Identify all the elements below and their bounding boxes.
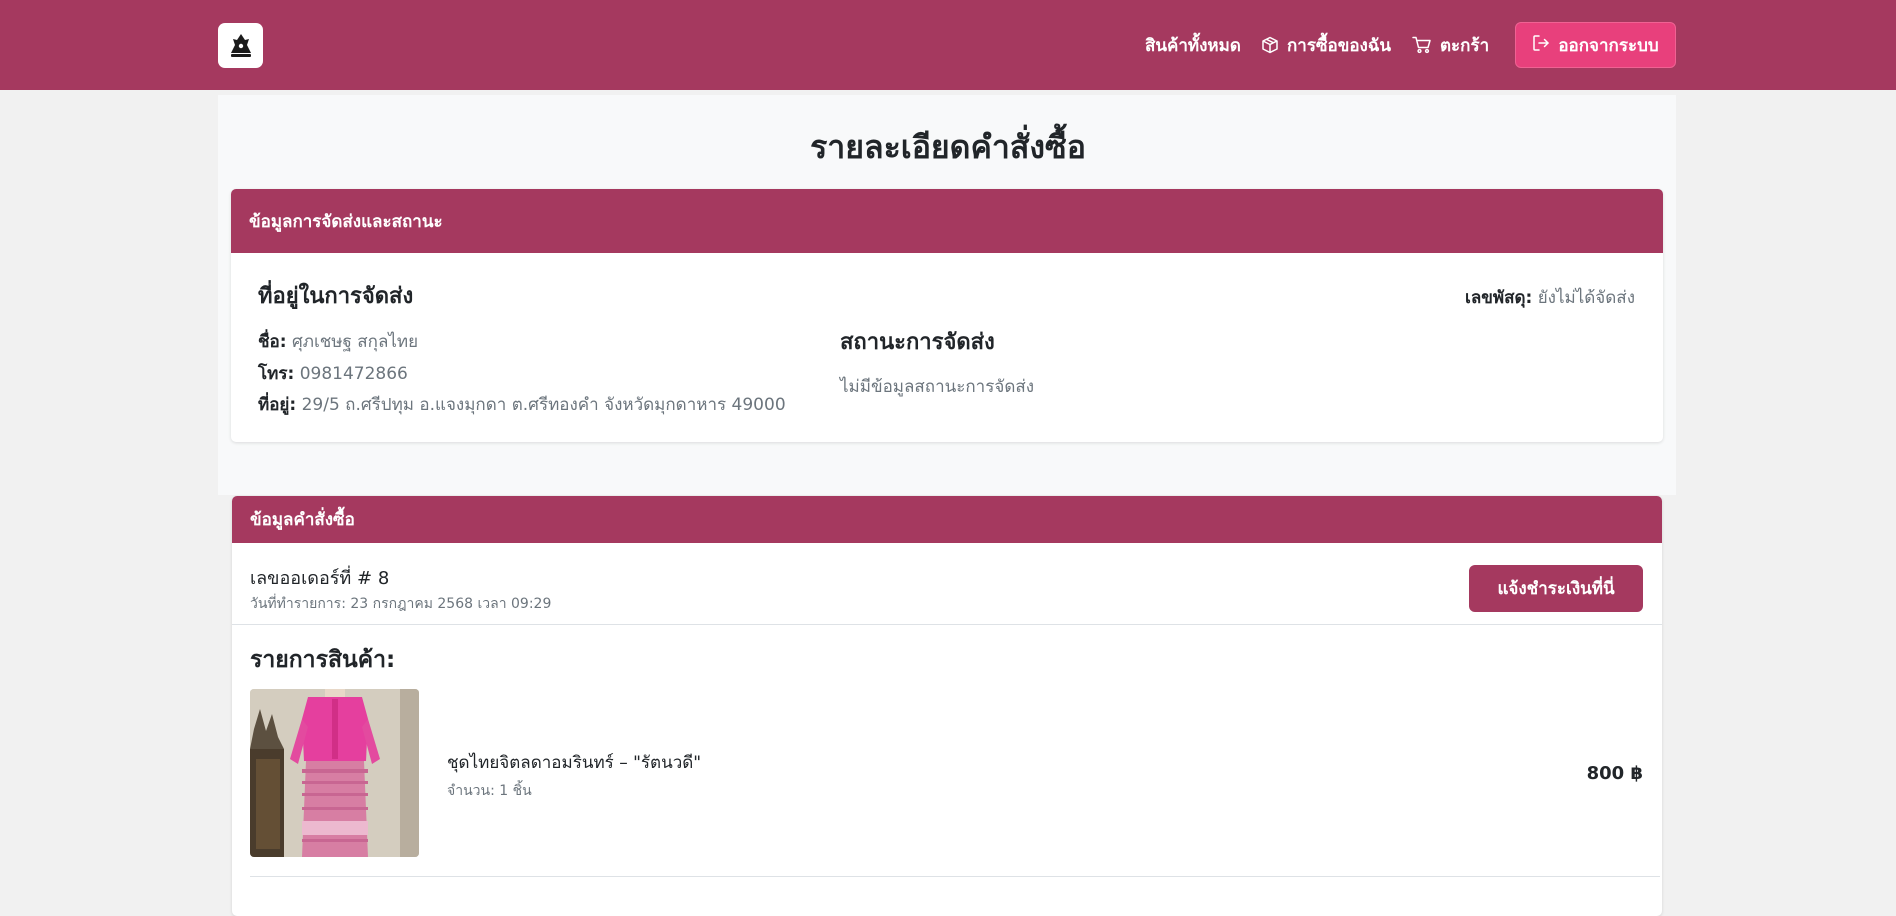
order-divider (232, 624, 1662, 625)
box-icon (1261, 36, 1279, 54)
cart-icon (1412, 36, 1432, 54)
shipping-card-header: ข้อมูลการจัดส่งและสถานะ (231, 189, 1663, 253)
recipient-phone: โทร: 0981472866 (258, 360, 408, 387)
recipient-address-label: ที่อยู่: (258, 395, 297, 415)
product-image[interactable] (250, 689, 419, 857)
tracking-value: ยังไม่ได้จัดส่ง (1537, 288, 1635, 308)
nav-all-products-label: สินค้าทั้งหมด (1145, 35, 1241, 56)
logout-button[interactable]: ออกจากระบบ (1515, 22, 1676, 68)
order-card: ข้อมูลคำสั่งซื้อ (232, 496, 1662, 916)
order-card-header: ข้อมูลคำสั่งซื้อ (232, 496, 1662, 543)
recipient-address-value: 29/5 ถ.ศรีปทุม อ.แจงมุกดา ต.ศรีทองคำ จัง… (301, 395, 786, 415)
nav-my-orders-label: การซื้อของฉัน (1287, 35, 1392, 56)
logout-label: ออกจากระบบ (1558, 35, 1659, 56)
nav-all-products[interactable]: สินค้าทั้งหมด (1145, 32, 1241, 59)
page-title: รายละเอียดคำสั่งซื้อ (810, 128, 1086, 166)
order-number: เลขออเดอร์ที่ # 8 (250, 568, 390, 589)
recipient-phone-label: โทร: (258, 364, 295, 384)
tracking-number: เลขพัสดุ: ยังไม่ได้จัดส่ง (1465, 284, 1635, 311)
product-price: 800 ฿ (1586, 763, 1643, 784)
logout-icon (1532, 34, 1550, 57)
product-quantity: จำนวน: 1 ชิ้น (447, 783, 532, 799)
shipping-status-text: ไม่มีข้อมูลสถานะการจัดส่ง (840, 377, 1035, 397)
tracking-label: เลขพัสดุ: (1465, 288, 1533, 308)
items-title: รายการสินค้า: (250, 647, 396, 673)
pay-notify-button[interactable]: แจ้งชำระเงินที่นี่ (1469, 565, 1643, 612)
item-divider (250, 876, 1660, 877)
nav-cart-label: ตะกร้า (1440, 35, 1490, 56)
nav-my-orders[interactable]: การซื้อของฉัน (1261, 32, 1391, 59)
top-navbar: สินค้าทั้งหมด การซื้อของฉัน ตะกร้า ออกจา… (0, 0, 1896, 90)
shipping-status-title: สถานะการจัดส่ง (840, 330, 995, 355)
recipient-phone-value: 0981472866 (299, 364, 408, 384)
shipping-address-title: ที่อยู่ในการจัดส่ง (258, 284, 414, 309)
recipient-name-value: ศุภเชษฐ สกุลไทย (291, 332, 419, 352)
nav-cart[interactable]: ตะกร้า (1412, 32, 1489, 59)
recipient-name: ชื่อ: ศุภเชษฐ สกุลไทย (258, 328, 418, 355)
product-name[interactable]: ชุดไทยจิตลดาอมรินทร์ – "รัตนวดี" (447, 749, 701, 776)
recipient-address: ที่อยู่: 29/5 ถ.ศรีปทุม อ.แจงมุกดา ต.ศรี… (258, 391, 786, 418)
recipient-name-label: ชื่อ: (258, 332, 287, 352)
order-date: วันที่ทำรายการ: 23 กรกฎาคม 2568 เวลา 09:… (250, 596, 552, 612)
logo-icon[interactable] (218, 23, 263, 68)
